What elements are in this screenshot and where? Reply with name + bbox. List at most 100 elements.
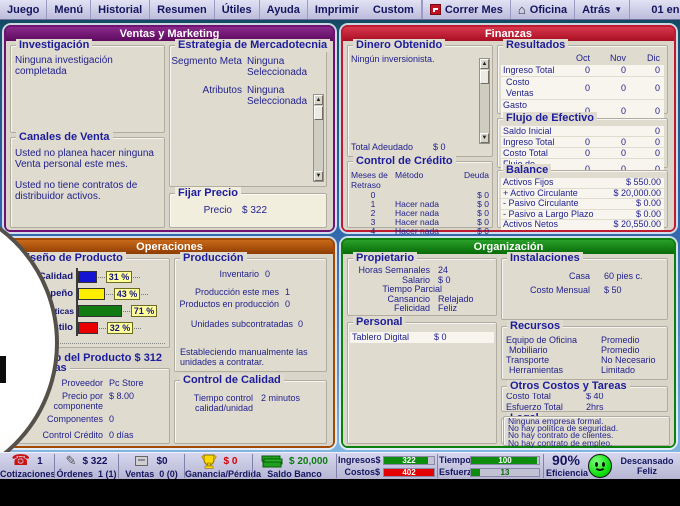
total-adeudado-label: Total Adeudado	[351, 142, 421, 152]
groupbox-canales-venta: Canales de Venta Usted no planea hacer n…	[10, 137, 165, 228]
panel-finanzas: Finanzas Dinero Obtenido Ningún inversio…	[341, 25, 676, 232]
groupbox-fijar-precio: Fijar Precio Precio $ 322	[169, 193, 327, 228]
pct-caracteristicas: 71 %	[131, 305, 157, 317]
smiley-icon	[588, 454, 612, 478]
costo-mensual-value: $ 50	[604, 285, 667, 295]
menu-custom[interactable]: Custom	[366, 0, 422, 19]
ventas-indicator[interactable]: $0 Ventas 0 (0)	[119, 453, 184, 480]
otros-costo-total-label: Costo Total	[506, 392, 586, 401]
costo-mensual-label: Costo Mensual	[502, 285, 590, 295]
bar-calidad	[78, 271, 97, 283]
back-dropdown[interactable]: Atrás ▼	[575, 0, 630, 19]
subcontratadas-label: Unidades subcontratadas	[175, 319, 293, 329]
menu-juego[interactable]: Juego	[0, 0, 47, 19]
scroll-down-button[interactable]: ▼	[314, 171, 323, 181]
precio-value[interactable]: $ 322	[242, 205, 326, 216]
col-dic: Dic	[630, 53, 664, 64]
groupbox-recursos: Recursos Equipo de Oficina Promedio Mobi…	[501, 326, 668, 380]
produccion-note: Estableciendo manualmente las unidades a…	[180, 347, 320, 367]
menu-historial[interactable]: Historial	[91, 0, 150, 19]
groupbox-investigacion: Investigación Ninguna investigación comp…	[10, 45, 165, 133]
subcontratadas-value: 0	[298, 319, 326, 329]
tiempo-esfuerzo-meters: Tiempo 100 Esfuerzo 13	[439, 453, 543, 480]
saldo-indicator[interactable]: $ 20,000 Saldo Banco	[253, 453, 336, 480]
ganancia-indicator[interactable]: $ 0 Ganancia/Pérdida	[185, 453, 252, 480]
status-bar: ☎ 1 Cotizaciones ✎ $ 322 Órdenes 1 (1) $…	[0, 452, 680, 479]
groupbox-legal-lines: Ninguna empresa formal. No hay política …	[503, 416, 670, 446]
estado-indicator: Descansado Feliz	[616, 453, 678, 480]
ingresos-label: Ingresos$	[338, 455, 380, 465]
esfuerzo-total-label: Esfuerzo Total	[506, 403, 586, 412]
scroll-up-button[interactable]: ▲	[314, 95, 323, 105]
costos-label: Costos$	[338, 467, 380, 477]
tiempo-control-value: 2 minutos	[261, 393, 326, 403]
atributos-label: Atributos	[170, 85, 242, 96]
panel-ventas-marketing: Ventas y Marketing Investigación Ninguna…	[4, 25, 335, 232]
scroll-thumb[interactable]	[480, 70, 489, 84]
groupbox-resultados: Resultados Oct Nov Dic Ingreso Total 0 0…	[497, 45, 668, 114]
ingresos-meter: 322	[383, 456, 435, 465]
esfuerzo-total-value: 2hrs	[586, 403, 664, 412]
cotizaciones-indicator[interactable]: ☎ 1 Cotizaciones	[0, 453, 54, 480]
inventario-value: 0	[265, 269, 326, 279]
canales-text-2: Usted no tiene contratos de distribuidor…	[11, 170, 164, 202]
credito-col1: Meses de Retraso	[351, 170, 395, 190]
scroll-thumb[interactable]	[314, 106, 323, 120]
precio-componente-value: $ 8.00	[109, 391, 169, 401]
run-month-button[interactable]: Correr Mes	[423, 0, 511, 19]
pct-desempeno: 43 %	[114, 288, 140, 300]
produccion-mes-label: Producción este mes	[175, 287, 279, 297]
eficiencia-indicator: 90% Eficiencia	[546, 453, 586, 480]
house-icon: ⌂	[518, 4, 526, 16]
mood-indicator	[588, 453, 616, 481]
ordenes-indicator[interactable]: ✎ $ 322 Órdenes 1 (1)	[55, 453, 118, 480]
productos-produccion-label: Productos en producción	[175, 299, 279, 309]
casa-label: Casa	[502, 271, 590, 281]
order-pen-icon: ✎	[66, 455, 77, 467]
tiempo-label: Tiempo	[439, 455, 467, 465]
menu-utiles[interactable]: Útiles	[215, 0, 260, 19]
scroll-down-button[interactable]: ▼	[480, 133, 489, 143]
menu-ayuda[interactable]: Ayuda	[260, 0, 308, 19]
groupbox-flujo-efectivo: Flujo de Efectivo Saldo Inicial 0 Ingres…	[497, 118, 668, 168]
groupbox-dinero-obtenido: Dinero Obtenido Ningún inversionista. ▲ …	[347, 45, 493, 157]
tiempo-control-label: Tiempo control calidad/unidad	[175, 393, 253, 413]
groupbox-instalaciones: Instalaciones Casa 60 pies c. Costo Mens…	[501, 258, 668, 320]
pct-estilo: 32 %	[107, 322, 133, 334]
segmento-meta-label: Segmento Meta	[170, 56, 242, 67]
chevron-down-icon: ▼	[614, 5, 622, 14]
proveedor-value: Pc Store	[109, 378, 169, 388]
phone-icon: ☎	[11, 454, 30, 468]
total-adeudado-value: $ 0	[433, 142, 481, 152]
money-icon	[261, 454, 283, 468]
menu-bar: Juego Menú Historial Resumen Útiles Ayud…	[0, 0, 680, 20]
groupbox-control-calidad: Control de Calidad Tiempo control calida…	[174, 380, 327, 444]
groupbox-control-credito: Control de Crédito Meses de Retraso Méto…	[347, 161, 493, 228]
esfuerzo-label: Esfuerzo	[439, 467, 467, 477]
app-window: Juego Menú Historial Resumen Útiles Ayud…	[0, 0, 680, 506]
productos-produccion-value: 0	[285, 299, 326, 309]
menu-resumen[interactable]: Resumen	[150, 0, 215, 19]
pct-calidad: 31 %	[106, 271, 132, 283]
tablero-digital-value: $ 0	[434, 332, 494, 343]
groupbox-otros-costos: Otros Costos y Tareas Costo Total $ 40 E…	[501, 386, 668, 412]
groupbox-propietario: Propietario Horas Semanales 24 Salario $…	[347, 258, 497, 316]
costos-meter: 402	[383, 468, 435, 477]
deuda-4: $ 0	[453, 227, 489, 236]
segmento-meta-value: Ninguna Seleccionada	[247, 56, 326, 78]
estrategia-scrollbar[interactable]: ▲ ▼	[313, 94, 324, 182]
groupbox-produccion: Producción Inventario 0 Producción este …	[174, 258, 327, 372]
scroll-up-button[interactable]: ▲	[480, 59, 489, 69]
precio-label: Precio	[170, 205, 232, 216]
register-icon	[135, 456, 148, 466]
office-button[interactable]: ⌂ Oficina	[511, 0, 575, 19]
menu-menu[interactable]: Menú	[47, 0, 91, 19]
menu-imprimir[interactable]: Imprimir	[308, 0, 366, 19]
groupbox-estrategia: Estrategia de Mercadotecnia Segmento Met…	[169, 45, 327, 187]
dinero-scrollbar[interactable]: ▲ ▼	[479, 58, 490, 144]
trophy-icon	[200, 454, 218, 469]
screen-black-area	[0, 479, 680, 506]
control-credito-value: 0 días	[109, 430, 169, 440]
metodo-4[interactable]: Hacer nada	[395, 227, 453, 236]
calendar-icon	[430, 4, 441, 15]
